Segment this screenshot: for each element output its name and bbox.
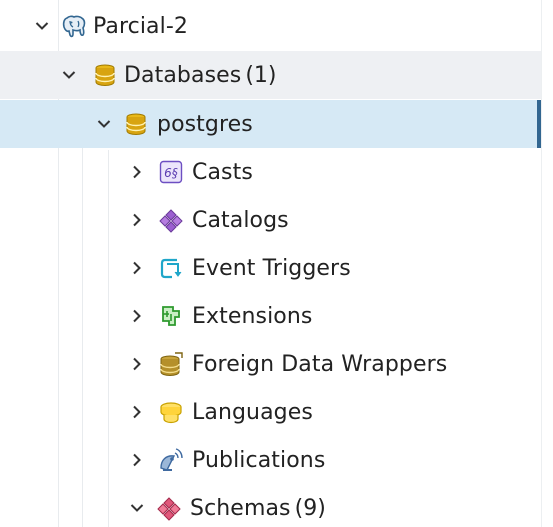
tree-node-label: Parcial-2 (93, 13, 188, 39)
chevron-down-icon[interactable] (128, 499, 146, 517)
tree-node-database-postgres[interactable]: postgres (0, 100, 541, 148)
tree-node-label: Schemas (190, 495, 291, 521)
databases-icon (92, 62, 118, 88)
chevron-right-icon[interactable] (128, 355, 146, 373)
tree-node-extensions[interactable]: Extensions (0, 292, 541, 340)
chevron-right-icon[interactable] (128, 403, 146, 421)
object-explorer-tree: Parcial-2 Databases (1) postgres 6§ Cast… (0, 0, 553, 527)
scrollbar-track[interactable] (541, 0, 553, 527)
tree-node-event-triggers[interactable]: Event Triggers (0, 244, 541, 292)
tree-node-publications[interactable]: Publications (0, 436, 541, 484)
tree-node-label: Event Triggers (192, 255, 351, 281)
tree-node-label: Databases (124, 62, 242, 88)
tree-node-catalogs[interactable]: Catalogs (0, 196, 541, 244)
chevron-right-icon[interactable] (128, 259, 146, 277)
extensions-icon (158, 303, 184, 329)
catalogs-icon (158, 207, 184, 233)
tree-node-databases[interactable]: Databases (1) (0, 51, 541, 99)
tree-node-schemas[interactable]: Schemas (9) (0, 484, 541, 527)
tree-node-label: Casts (192, 159, 253, 185)
chevron-down-icon[interactable] (95, 115, 113, 133)
tree-node-foreign-data-wrappers[interactable]: Foreign Data Wrappers (0, 340, 541, 388)
tree-node-label: Publications (192, 447, 326, 473)
chevron-right-icon[interactable] (128, 211, 146, 229)
publications-icon (158, 447, 184, 473)
tree-node-label: Languages (192, 399, 313, 425)
database-icon (123, 111, 149, 137)
tree-node-casts[interactable]: 6§ Casts (0, 148, 541, 196)
chevron-right-icon[interactable] (128, 163, 146, 181)
chevron-down-icon[interactable] (33, 17, 51, 35)
tree-node-label: Foreign Data Wrappers (192, 351, 448, 377)
tree-node-server[interactable]: Parcial-2 (0, 2, 541, 50)
chevron-down-icon[interactable] (60, 66, 78, 84)
postgres-elephant-icon (61, 13, 87, 39)
tree-node-languages[interactable]: Languages (0, 388, 541, 436)
foreign-data-wrappers-icon (158, 351, 184, 377)
languages-icon (158, 399, 184, 425)
tree-node-count: (9) (294, 495, 326, 521)
tree-node-count: (1) (245, 62, 277, 88)
chevron-right-icon[interactable] (128, 307, 146, 325)
tree-node-label: Catalogs (192, 207, 289, 233)
casts-icon: 6§ (158, 159, 184, 185)
chevron-right-icon[interactable] (128, 451, 146, 469)
schemas-icon (156, 495, 182, 521)
event-triggers-icon (158, 255, 184, 281)
tree-node-label: Extensions (192, 303, 313, 329)
tree-node-label: postgres (157, 111, 253, 137)
svg-text:6§: 6§ (164, 166, 178, 180)
